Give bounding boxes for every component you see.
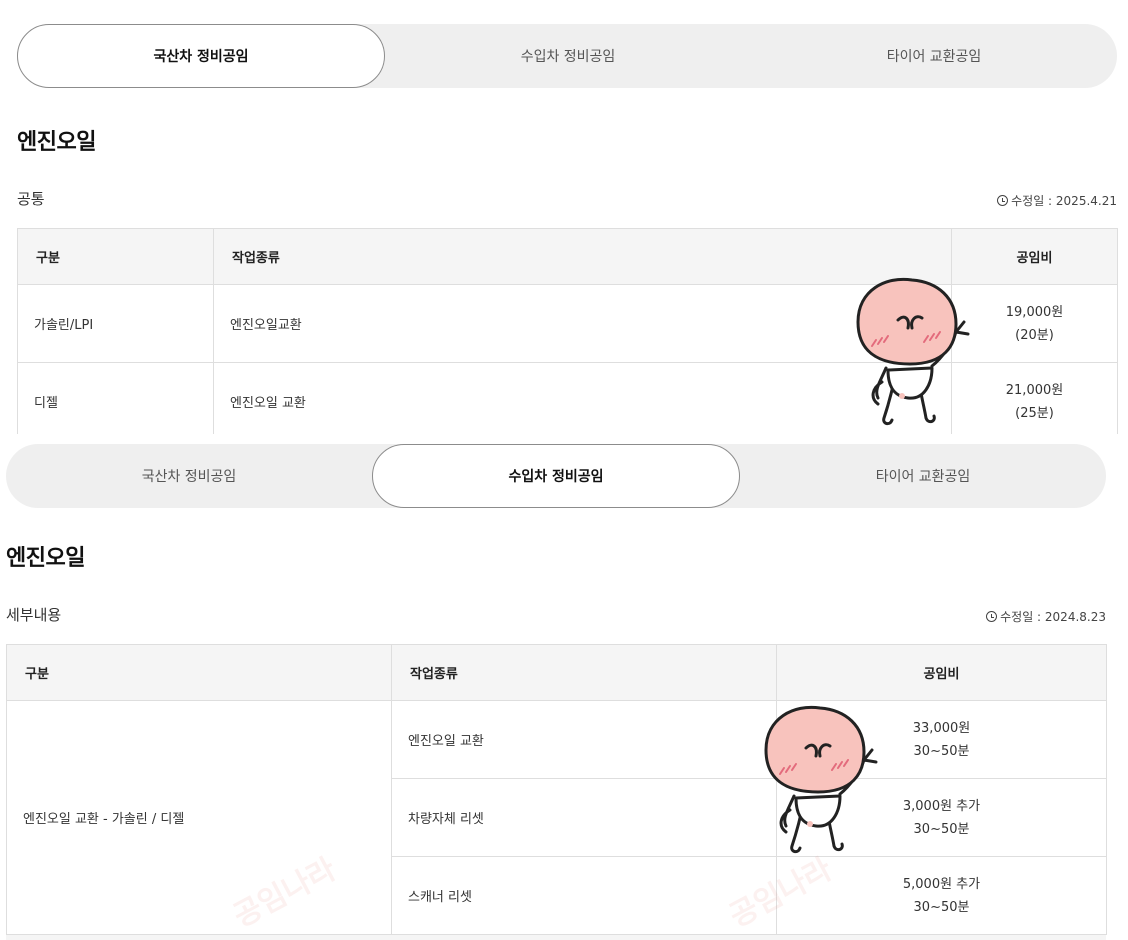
cell-category: 디젤 (17, 362, 214, 441)
cell-price: 21,000원 (25분) (951, 362, 1118, 441)
tab-bar-domestic: 국산차 정비공임 수입차 정비공임 타이어 교환공임 (17, 24, 1117, 88)
cell-work: 엔진오일교환 (213, 284, 952, 363)
updated-date-text: 수정일 : 2025.4.21 (1011, 194, 1117, 208)
price-value: 19,000원 (1005, 304, 1064, 320)
cell-work: 엔진오일 교환 (391, 700, 777, 779)
subsection-title: 세부내용 (6, 606, 62, 624)
table-header-row: 구분 작업종류 공임비 (6, 644, 1107, 701)
header-category: 구분 (6, 644, 392, 701)
updated-date: 수정일 : 2024.8.23 (986, 608, 1106, 625)
table-row: 엔진오일 교환 - 가솔린 / 디젤 엔진오일 교환 33,000원 30~50… (6, 700, 1107, 935)
cell-work: 스캐너 리셋 (391, 856, 777, 935)
subsection-title: 공통 (17, 190, 45, 208)
cell-category: 엔진오일 교환 - 가솔린 / 디젤 (6, 700, 392, 935)
header-price: 공임비 (776, 644, 1107, 701)
price-value: 21,000원 (1005, 382, 1064, 398)
clock-icon (986, 611, 998, 622)
price-time: (25분) (1015, 405, 1054, 421)
tab-domestic-maintenance[interactable]: 국산차 정비공임 (6, 444, 372, 508)
tab-bar-imported: 국산차 정비공임 수입차 정비공임 타이어 교환공임 (6, 444, 1106, 508)
header-category: 구분 (17, 228, 214, 285)
section-title: 엔진오일 (6, 546, 85, 571)
cell-category: 가솔린/LPI (17, 284, 214, 363)
header-work: 작업종류 (213, 228, 952, 285)
capture-cut (0, 434, 1128, 444)
updated-date: 수정일 : 2025.4.21 (997, 192, 1117, 209)
cell-work: 차량자체 리셋 (391, 778, 777, 857)
tab-tire-change[interactable]: 타이어 교환공임 (751, 24, 1117, 88)
next-row-strip (6, 934, 1106, 940)
price-time: 30~50분 (913, 899, 970, 915)
peach-character-icon (856, 277, 970, 426)
updated-date-text: 수정일 : 2024.8.23 (1000, 610, 1106, 624)
peach-character-icon (764, 705, 878, 854)
price-time: (20분) (1015, 327, 1054, 343)
header-work: 작업종류 (391, 644, 777, 701)
price-value: 5,000원 추가 (902, 876, 981, 892)
cell-price: 5,000원 추가 30~50분 (776, 856, 1107, 935)
price-table-detail: 구분 작업종류 공임비 엔진오일 교환 - 가솔린 / 디젤 엔진오일 교환 3… (6, 644, 1107, 935)
section-title: 엔진오일 (17, 130, 96, 155)
tab-imported-maintenance[interactable]: 수입차 정비공임 (372, 444, 740, 508)
tab-tire-change[interactable]: 타이어 교환공임 (740, 444, 1106, 508)
clock-icon (997, 195, 1009, 206)
cell-price: 19,000원 (20분) (951, 284, 1118, 363)
header-price: 공임비 (951, 228, 1118, 285)
tab-domestic-maintenance[interactable]: 국산차 정비공임 (17, 24, 385, 88)
cell-work: 엔진오일 교환 (213, 362, 952, 441)
tab-imported-maintenance[interactable]: 수입차 정비공임 (385, 24, 751, 88)
